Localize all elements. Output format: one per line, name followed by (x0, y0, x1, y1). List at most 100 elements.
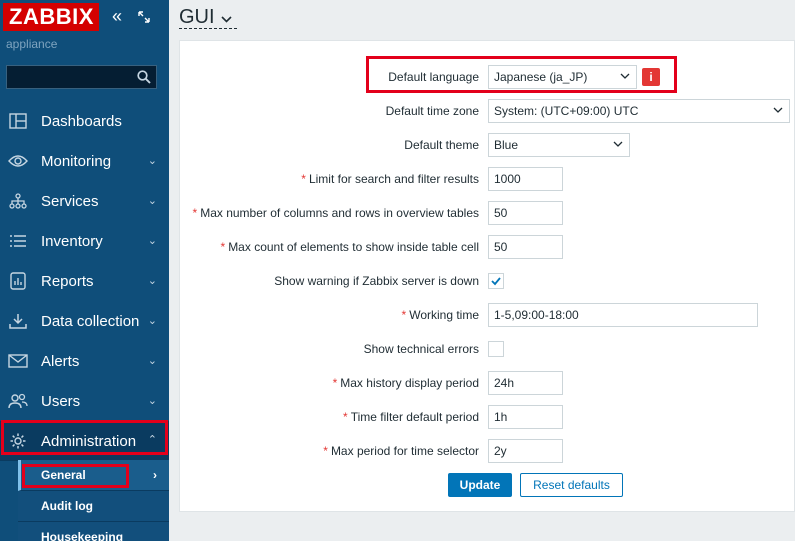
update-button[interactable]: Update (448, 473, 512, 497)
menu-label: Reports (41, 272, 94, 290)
form-row-history-period: * Max history display period 24h (180, 371, 795, 395)
field-label-text: Max count of elements to show inside tab… (228, 240, 479, 254)
highlight-box (22, 464, 129, 488)
field-label: Default time zone (385, 104, 479, 118)
form-row-default-theme: Default theme Blue (180, 133, 795, 157)
select-value: Blue (494, 138, 519, 152)
menu-label: Data collection (41, 312, 140, 330)
collapse-sidebar-icon[interactable]: « (112, 7, 122, 25)
field-label: * Max count of elements to show inside ta… (221, 240, 479, 254)
required-marker: * (343, 410, 348, 424)
max-period-input[interactable]: 2y (488, 439, 563, 463)
field-label: * Limit for search and filter results (301, 172, 479, 186)
main-menu: Dashboards Monitoring ⌄ Services ⌄ Inven… (0, 101, 169, 461)
title-underline (179, 28, 237, 29)
chevron-down-icon: ⌄ (147, 395, 157, 407)
download-icon (8, 311, 28, 331)
select-value: System: (UTC+09:00) UTC (494, 104, 639, 118)
required-marker: * (323, 444, 328, 458)
field-label-text: Max number of columns and rows in overvi… (200, 206, 479, 220)
chevron-down-icon (613, 141, 623, 147)
highlight-box (366, 56, 677, 93)
chevron-down-icon (773, 107, 783, 113)
field-label: Default theme (404, 138, 479, 152)
chevron-down-icon: ⌄ (147, 195, 157, 207)
default-time-zone-select[interactable]: System: (UTC+09:00) UTC (488, 99, 790, 123)
form-row-server-warning: Show warning if Zabbix server is down (180, 269, 795, 293)
services-icon (8, 191, 28, 211)
server-name: appliance (6, 37, 58, 51)
page-title: GUI (179, 5, 215, 28)
submenu-label: Audit log (41, 499, 93, 513)
submenu-item-audit-log[interactable]: Audit log (18, 491, 169, 522)
menu-item-data-collection[interactable]: Data collection ⌄ (0, 301, 169, 341)
chevron-down-icon: ⌄ (147, 235, 157, 247)
required-marker: * (192, 206, 198, 220)
reports-icon (8, 271, 28, 291)
menu-item-monitoring[interactable]: Monitoring ⌄ (0, 141, 169, 181)
menu-label: Inventory (41, 232, 103, 250)
menu-item-alerts[interactable]: Alerts ⌄ (0, 341, 169, 381)
eye-icon (8, 151, 28, 171)
default-theme-select[interactable]: Blue (488, 133, 630, 157)
working-time-input[interactable]: 1-5,09:00-18:00 (488, 303, 758, 327)
field-label: Show warning if Zabbix server is down (274, 274, 479, 288)
reset-defaults-button[interactable]: Reset defaults (520, 473, 623, 497)
page-title-dropdown[interactable]: GUI (179, 4, 232, 30)
field-label-text: Max history display period (340, 376, 479, 390)
search-icon[interactable] (137, 70, 151, 84)
chevron-down-icon: ⌄ (147, 355, 157, 367)
dashboards-icon (8, 111, 28, 131)
form-row-max-table-cell: * Max count of elements to show inside ta… (180, 235, 795, 259)
field-label: * Max history display period (333, 376, 479, 390)
menu-item-users[interactable]: Users ⌄ (0, 381, 169, 421)
server-warning-checkbox[interactable] (488, 273, 504, 289)
required-marker: * (332, 376, 338, 390)
checkmark-icon (491, 277, 501, 286)
field-label-text: Time filter default period (350, 410, 479, 424)
form-row-max-period: * Max period for time selector 2y (180, 439, 795, 463)
history-period-input[interactable]: 24h (488, 371, 563, 395)
time-filter-period-input[interactable]: 1h (488, 405, 563, 429)
submenu-label: Housekeeping (41, 530, 124, 541)
chevron-down-icon: ⌄ (147, 275, 157, 287)
field-label: * Time filter default period (343, 410, 479, 424)
menu-label: Monitoring (41, 152, 112, 170)
field-label: * Max number of columns and rows in overv… (193, 206, 479, 220)
envelope-icon (8, 351, 28, 371)
form-row-search-limit: * Limit for search and filter results 100… (180, 167, 795, 191)
max-table-cell-input[interactable]: 50 (488, 235, 563, 259)
field-label-text: Working time (409, 308, 479, 322)
field-label: * Max period for time selector (323, 444, 479, 458)
menu-label: Users (41, 392, 81, 410)
required-marker: * (301, 172, 306, 186)
field-label-text: Max period for time selector (330, 444, 479, 458)
form-row-technical-errors: Show technical errors (180, 337, 795, 361)
submenu-item-housekeeping[interactable]: Housekeeping (18, 522, 169, 541)
sidebar: ZABBIX « appliance Dashboards Monitoring… (0, 0, 169, 541)
menu-label: Services (41, 192, 99, 210)
search-input[interactable] (6, 65, 157, 89)
form-row-default-time-zone: Default time zone System: (UTC+09:00) UT… (180, 99, 795, 123)
required-marker: * (401, 308, 407, 322)
menu-item-services[interactable]: Services ⌄ (0, 181, 169, 221)
highlight-box (1, 420, 168, 455)
technical-errors-checkbox[interactable] (488, 341, 504, 357)
chevron-down-icon (220, 12, 232, 26)
field-label-text: Limit for search and filter results (308, 172, 479, 186)
users-icon (8, 391, 28, 411)
zabbix-logo[interactable]: ZABBIX (3, 3, 99, 31)
kiosk-mode-icon[interactable] (138, 10, 150, 23)
menu-item-dashboards[interactable]: Dashboards (0, 101, 169, 141)
gui-settings-form: Default language Japanese (ja_JP) i Defa… (179, 40, 795, 512)
menu-item-inventory[interactable]: Inventory ⌄ (0, 221, 169, 261)
chevron-down-icon: ⌄ (147, 315, 157, 327)
chevron-right-icon: › (153, 468, 157, 482)
menu-item-reports[interactable]: Reports ⌄ (0, 261, 169, 301)
form-row-time-filter-period: * Time filter default period 1h (180, 405, 795, 429)
menu-label: Dashboards (41, 112, 122, 130)
search-limit-input[interactable]: 1000 (488, 167, 563, 191)
required-marker: * (220, 240, 226, 254)
form-row-working-time: * Working time 1-5,09:00-18:00 (180, 303, 795, 327)
max-overview-input[interactable]: 50 (488, 201, 563, 225)
